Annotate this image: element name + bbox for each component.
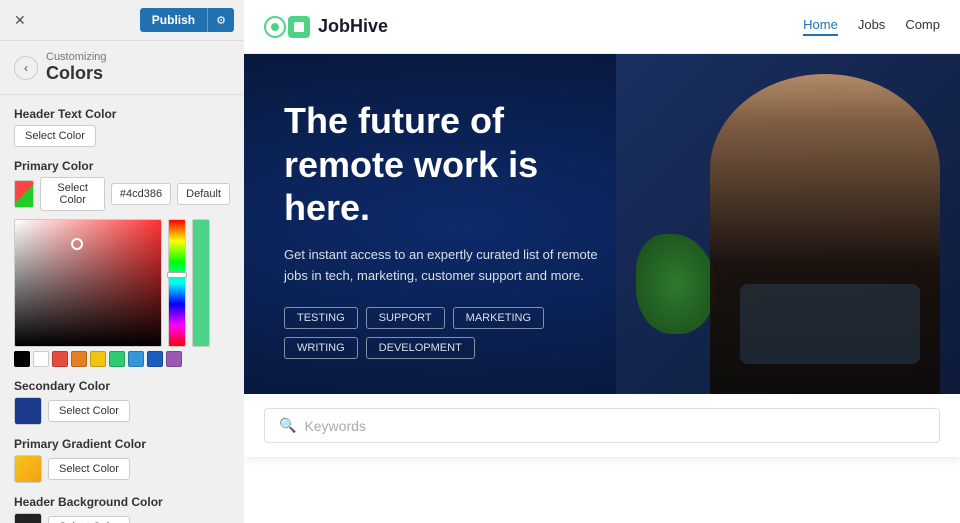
header-bg-section: Header Background Color Select Color xyxy=(14,495,230,523)
top-bar: ✕ Publish ⚙ xyxy=(0,0,244,41)
primary-color-row: Select Color #4cd386 Default xyxy=(14,177,230,211)
swatch-purple[interactable] xyxy=(166,351,182,367)
site-nav-links: Home Jobs Comp xyxy=(803,17,940,36)
primary-color-label: Primary Color xyxy=(14,159,230,173)
primary-color-swatch xyxy=(14,180,34,208)
swatch-orange[interactable] xyxy=(71,351,87,367)
secondary-color-select[interactable]: Select Color xyxy=(48,400,130,422)
laptop-glow xyxy=(740,284,920,364)
breadcrumb-sub: Customizing xyxy=(46,51,107,63)
swatch-blue[interactable] xyxy=(128,351,144,367)
header-bg-select[interactable]: Select Color xyxy=(48,516,130,523)
hero-subtitle: Get instant access to an expertly curate… xyxy=(284,245,598,287)
tag-marketing[interactable]: MARKETING xyxy=(453,307,544,329)
header-bg-swatch xyxy=(14,513,42,523)
breadcrumb-title: Colors xyxy=(46,63,107,84)
nav-link-comp[interactable]: Comp xyxy=(905,17,940,36)
publish-button[interactable]: Publish xyxy=(140,8,207,32)
site-nav: JobHive Home Jobs Comp xyxy=(244,0,960,54)
primary-gradient-row: Select Color xyxy=(14,455,230,483)
logo-square xyxy=(288,16,310,38)
primary-hex-badge: #4cd386 xyxy=(111,183,171,205)
top-bar-left: ✕ xyxy=(10,10,30,31)
logo-icon xyxy=(271,23,279,31)
swatch-black[interactable] xyxy=(14,351,30,367)
website-preview: JobHive Home Jobs Comp The future of rem… xyxy=(244,0,960,523)
search-placeholder: Keywords xyxy=(304,418,365,434)
gradient-color-select[interactable]: Select Color xyxy=(48,458,130,480)
tag-writing[interactable]: WRITING xyxy=(284,337,358,359)
swatch-green[interactable] xyxy=(109,351,125,367)
breadcrumb-text: Customizing Colors xyxy=(46,51,107,84)
site-hero: The future of remote work is here. Get i… xyxy=(244,54,960,394)
tag-testing[interactable]: TESTING xyxy=(284,307,358,329)
logo-icons xyxy=(264,16,310,38)
tag-development[interactable]: DEVELOPMENT xyxy=(366,337,475,359)
secondary-color-label: Secondary Color xyxy=(14,379,230,393)
publish-gear-button[interactable]: ⚙ xyxy=(207,8,234,32)
nav-link-home[interactable]: Home xyxy=(803,17,838,36)
header-bg-label: Header Background Color xyxy=(14,495,230,509)
primary-gradient-label: Primary Gradient Color xyxy=(14,437,230,451)
swatches-row xyxy=(14,351,230,367)
publish-group: Publish ⚙ xyxy=(140,8,234,32)
tag-support[interactable]: SUPPORT xyxy=(366,307,445,329)
secondary-color-row: Select Color xyxy=(14,397,230,425)
hero-tags: TESTING SUPPORT MARKETING WRITING DEVELO… xyxy=(284,307,598,359)
header-text-color-label: Header Text Color xyxy=(14,107,230,121)
color-picker-wrapper xyxy=(14,219,230,347)
header-text-color-section: Header Text Color Select Color xyxy=(14,107,230,147)
swatch-white[interactable] xyxy=(33,351,49,367)
customizer-panel: ✕ Publish ⚙ ‹ Customizing Colors Header … xyxy=(0,0,244,523)
swatch-yellow[interactable] xyxy=(90,351,106,367)
hue-handle xyxy=(167,272,187,278)
hero-content: The future of remote work is here. Get i… xyxy=(244,54,638,394)
nav-link-jobs[interactable]: Jobs xyxy=(858,17,885,36)
site-logo: JobHive xyxy=(264,16,388,38)
hero-title: The future of remote work is here. xyxy=(284,99,598,229)
site-logo-name: JobHive xyxy=(318,16,388,37)
header-bg-row: Select Color xyxy=(14,513,230,523)
back-button[interactable]: ‹ xyxy=(14,56,38,80)
logo-square-inner xyxy=(294,22,304,32)
search-input-wrap[interactable]: 🔍 Keywords xyxy=(264,408,940,443)
site-search-bar: 🔍 Keywords xyxy=(244,394,960,457)
color-picker-cursor[interactable] xyxy=(71,238,83,250)
close-button[interactable]: ✕ xyxy=(10,10,30,31)
primary-gradient-section: Primary Gradient Color Select Color xyxy=(14,437,230,483)
primary-color-select[interactable]: Select Color xyxy=(40,177,104,211)
primary-color-section: Primary Color Select Color #4cd386 Defau… xyxy=(14,159,230,367)
hero-image-area xyxy=(616,54,960,394)
swatch-darkblue[interactable] xyxy=(147,351,163,367)
secondary-color-section: Secondary Color Select Color xyxy=(14,379,230,425)
gradient-color-swatch xyxy=(14,455,42,483)
panel-content: Header Text Color Select Color Primary C… xyxy=(0,95,244,523)
secondary-color-swatch xyxy=(14,397,42,425)
search-icon: 🔍 xyxy=(279,417,296,434)
breadcrumb: ‹ Customizing Colors xyxy=(0,41,244,95)
logo-circle-1 xyxy=(264,16,286,38)
primary-default-button[interactable]: Default xyxy=(177,183,230,205)
selected-color-preview xyxy=(192,219,210,347)
header-text-color-select[interactable]: Select Color xyxy=(14,125,96,147)
color-gradient-box[interactable] xyxy=(14,219,162,347)
swatch-red[interactable] xyxy=(52,351,68,367)
hue-bar[interactable] xyxy=(168,219,186,347)
